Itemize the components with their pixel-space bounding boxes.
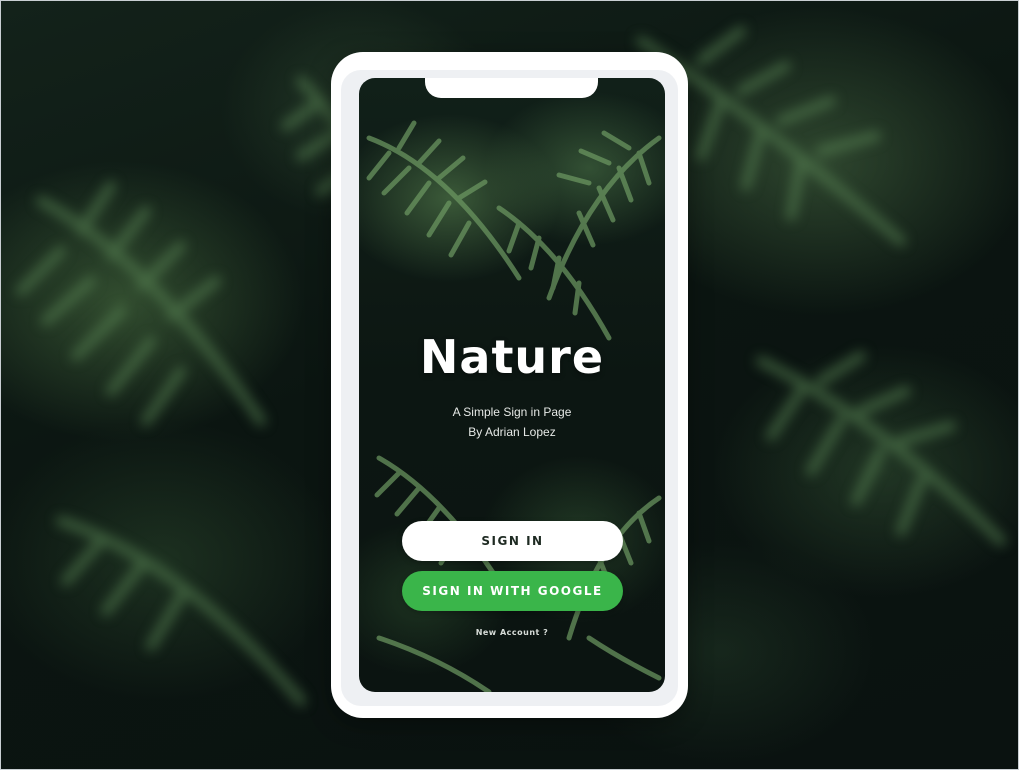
- phone-notch: [425, 78, 598, 98]
- app-title: Nature: [419, 330, 605, 384]
- sign-in-button[interactable]: SIGN IN: [402, 521, 623, 561]
- phone-screen: Nature A Simple Sign in Page By Adrian L…: [359, 78, 665, 692]
- author-line: By Adrian Lopez: [468, 425, 556, 439]
- sign-in-content: Nature A Simple Sign in Page By Adrian L…: [359, 78, 665, 692]
- subtitle-line: A Simple Sign in Page: [452, 405, 572, 419]
- new-account-link[interactable]: New Account ?: [359, 628, 665, 637]
- google-sign-in-button[interactable]: SIGN IN WITH GOOGLE: [402, 571, 623, 611]
